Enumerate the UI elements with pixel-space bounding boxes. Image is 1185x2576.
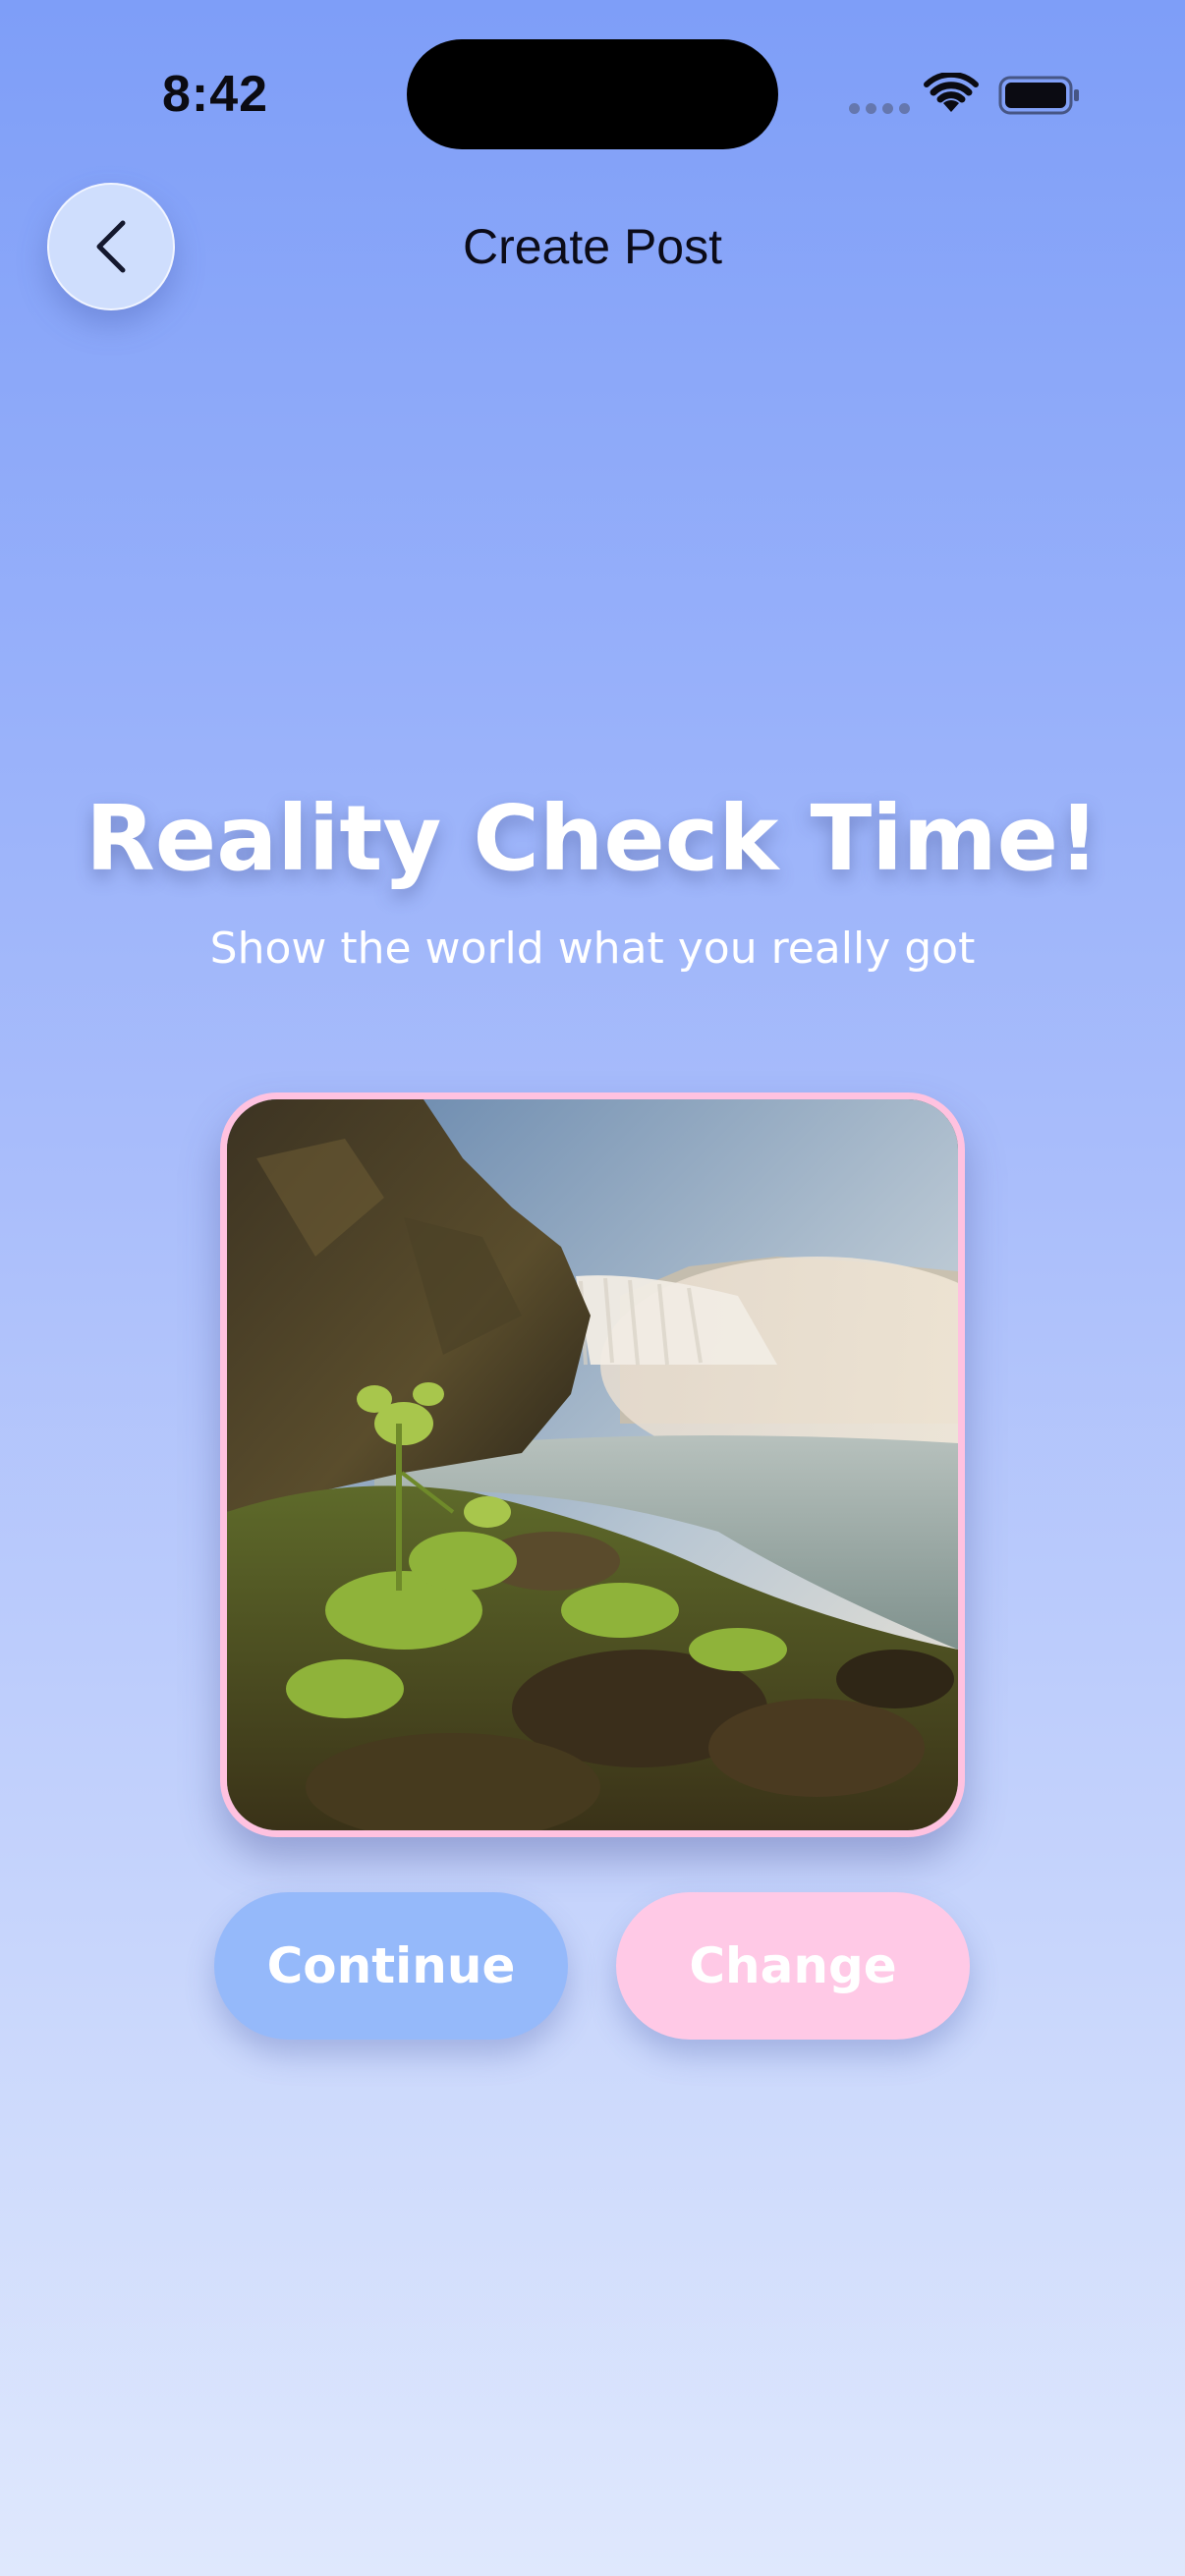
photo-preview[interactable] bbox=[220, 1092, 965, 1837]
status-time: 8:42 bbox=[162, 66, 269, 123]
battery-icon bbox=[998, 76, 1079, 115]
signal-dots-icon bbox=[849, 103, 910, 114]
hero-subheading: Show the world what you really got bbox=[209, 924, 976, 974]
page-title: Create Post bbox=[462, 219, 722, 274]
waterfall-photo bbox=[227, 1099, 958, 1830]
wifi-icon bbox=[924, 73, 979, 112]
hero-heading: Reality Check Time! bbox=[85, 786, 1100, 891]
continue-button[interactable]: Continue bbox=[214, 1892, 568, 2040]
dynamic-island bbox=[407, 39, 778, 149]
change-button[interactable]: Change bbox=[616, 1892, 970, 2040]
